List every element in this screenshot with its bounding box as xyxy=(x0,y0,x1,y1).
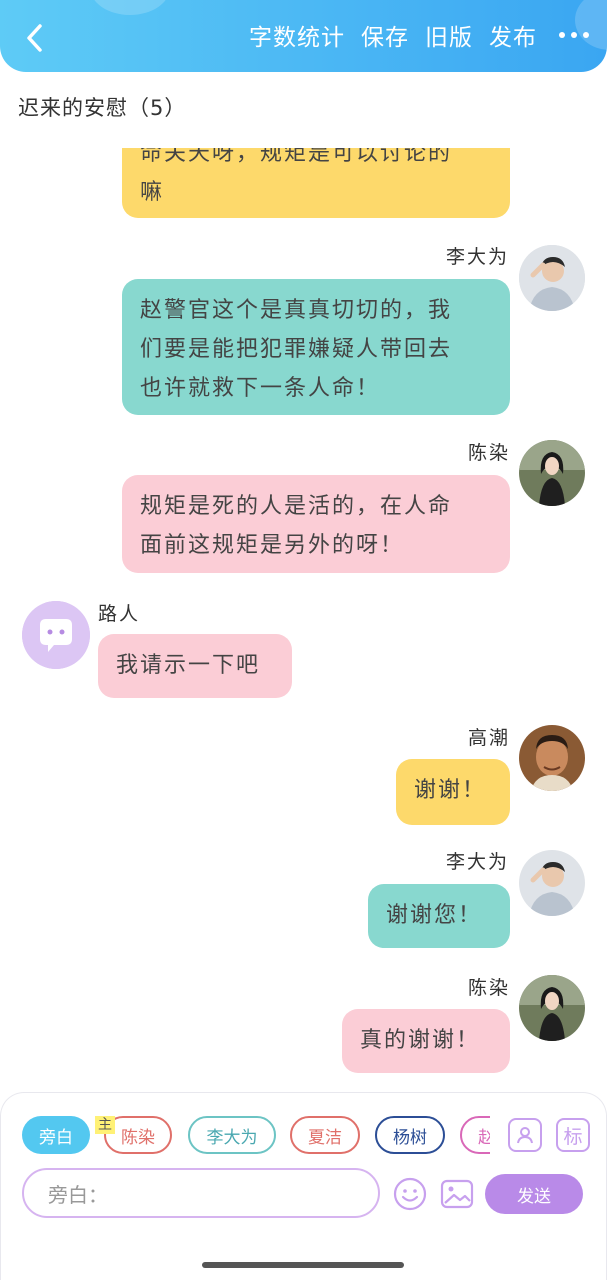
message-line: 面前这规矩是另外的呀！ xyxy=(140,533,405,558)
message-line: 谢谢！ xyxy=(414,778,487,803)
message-line: 嘛 xyxy=(140,180,165,205)
avatar-lidawei-icon xyxy=(519,245,585,311)
message-bubble[interactable]: 命关天呀，规矩是可以讨论的 嘛 xyxy=(122,148,510,218)
avatar[interactable] xyxy=(519,975,585,1041)
send-button[interactable]: 发送 xyxy=(485,1174,583,1214)
speaker-name: 高潮 xyxy=(468,727,511,749)
more-dots-icon[interactable] xyxy=(553,32,589,38)
speaker-name: 陈染 xyxy=(468,442,511,464)
avatar[interactable] xyxy=(519,440,585,506)
old-version-button[interactable]: 旧版 xyxy=(425,18,473,52)
word-count-button[interactable]: 字数统计 xyxy=(249,18,345,52)
chapter-title: 迟来的安慰（5） xyxy=(18,96,187,120)
speaker-name: 陈染 xyxy=(468,977,511,999)
main-role-badge: 主 xyxy=(95,1116,115,1134)
speaker-name: 李大为 xyxy=(446,851,510,873)
role-chip-yangshu[interactable]: 杨树 xyxy=(375,1116,445,1154)
emoji-icon[interactable] xyxy=(392,1176,428,1212)
message-line: 规矩是死的人是活的，在人命 xyxy=(140,494,453,519)
role-chip-label: 赵 xyxy=(478,1127,490,1148)
role-chip-narration[interactable]: 旁白 xyxy=(22,1116,90,1154)
top-bar: 字数统计 保存 旧版 发布 xyxy=(0,0,607,72)
avatar-gaochao-icon xyxy=(519,725,585,791)
message-line: 真的谢谢！ xyxy=(360,1028,481,1053)
role-chip-partial[interactable]: 赵 xyxy=(460,1116,490,1154)
message-bubble[interactable]: 我请示一下吧 xyxy=(98,634,292,698)
message-line: 也许就救下一条人命！ xyxy=(140,376,381,401)
dialogue-input[interactable]: 旁白： xyxy=(22,1168,380,1218)
chevron-left-icon xyxy=(27,24,42,52)
role-chip-label: 陈染 xyxy=(121,1127,155,1148)
avatar[interactable] xyxy=(519,725,585,791)
input-placeholder: 旁白： xyxy=(48,1182,108,1207)
publish-button[interactable]: 发布 xyxy=(489,18,537,52)
save-button[interactable]: 保存 xyxy=(361,18,409,52)
avatar-chenran-icon xyxy=(519,975,585,1041)
role-selector[interactable]: 旁白 陈染 主 李大为 夏洁 杨树 赵 xyxy=(20,1116,490,1158)
person-card-icon[interactable] xyxy=(508,1118,542,1152)
chat-bubble-icon xyxy=(22,601,90,669)
avatar-lidawei-icon xyxy=(519,850,585,916)
tag-icon-label: 标 xyxy=(563,1125,583,1148)
back-button[interactable] xyxy=(18,20,50,56)
message-bubble[interactable]: 赵警官这个是真真切切的，我 们要是能把犯罪嫌疑人带回去 也许就救下一条人命！ xyxy=(122,279,510,415)
role-chip-xiajie[interactable]: 夏洁 xyxy=(290,1116,360,1154)
message-bubble[interactable]: 真的谢谢！ xyxy=(342,1009,510,1073)
avatar[interactable] xyxy=(519,850,585,916)
header-decoration xyxy=(90,0,170,15)
message-bubble[interactable]: 谢谢您！ xyxy=(368,884,510,948)
image-icon[interactable] xyxy=(439,1176,475,1212)
role-chip-lidawei[interactable]: 李大为 xyxy=(188,1116,276,1154)
home-indicator xyxy=(202,1262,404,1268)
avatar-chenran-icon xyxy=(519,440,585,506)
message-bubble[interactable]: 规矩是死的人是活的，在人命 面前这规矩是另外的呀！ xyxy=(122,475,510,573)
message-line: 我请示一下吧 xyxy=(116,653,261,678)
message-line: 们要是能把犯罪嫌疑人带回去 xyxy=(140,337,453,362)
tag-icon[interactable]: 标 xyxy=(556,1118,590,1152)
message-bubble[interactable]: 谢谢！ xyxy=(396,759,510,825)
message-line: 谢谢您！ xyxy=(386,903,483,928)
header-actions: 字数统计 保存 旧版 发布 xyxy=(249,18,589,52)
chat-area[interactable]: 命关天呀，规矩是可以讨论的 嘛 李大为 赵警官这个是真真切切的，我 们要是能把犯… xyxy=(0,148,607,1088)
avatar[interactable] xyxy=(519,245,585,311)
message-line: 命关天呀，规矩是可以讨论的 xyxy=(140,148,453,166)
avatar[interactable] xyxy=(22,601,90,669)
speaker-name: 路人 xyxy=(98,603,141,625)
speaker-name: 李大为 xyxy=(446,246,510,268)
message-line: 赵警官这个是真真切切的，我 xyxy=(140,298,453,323)
